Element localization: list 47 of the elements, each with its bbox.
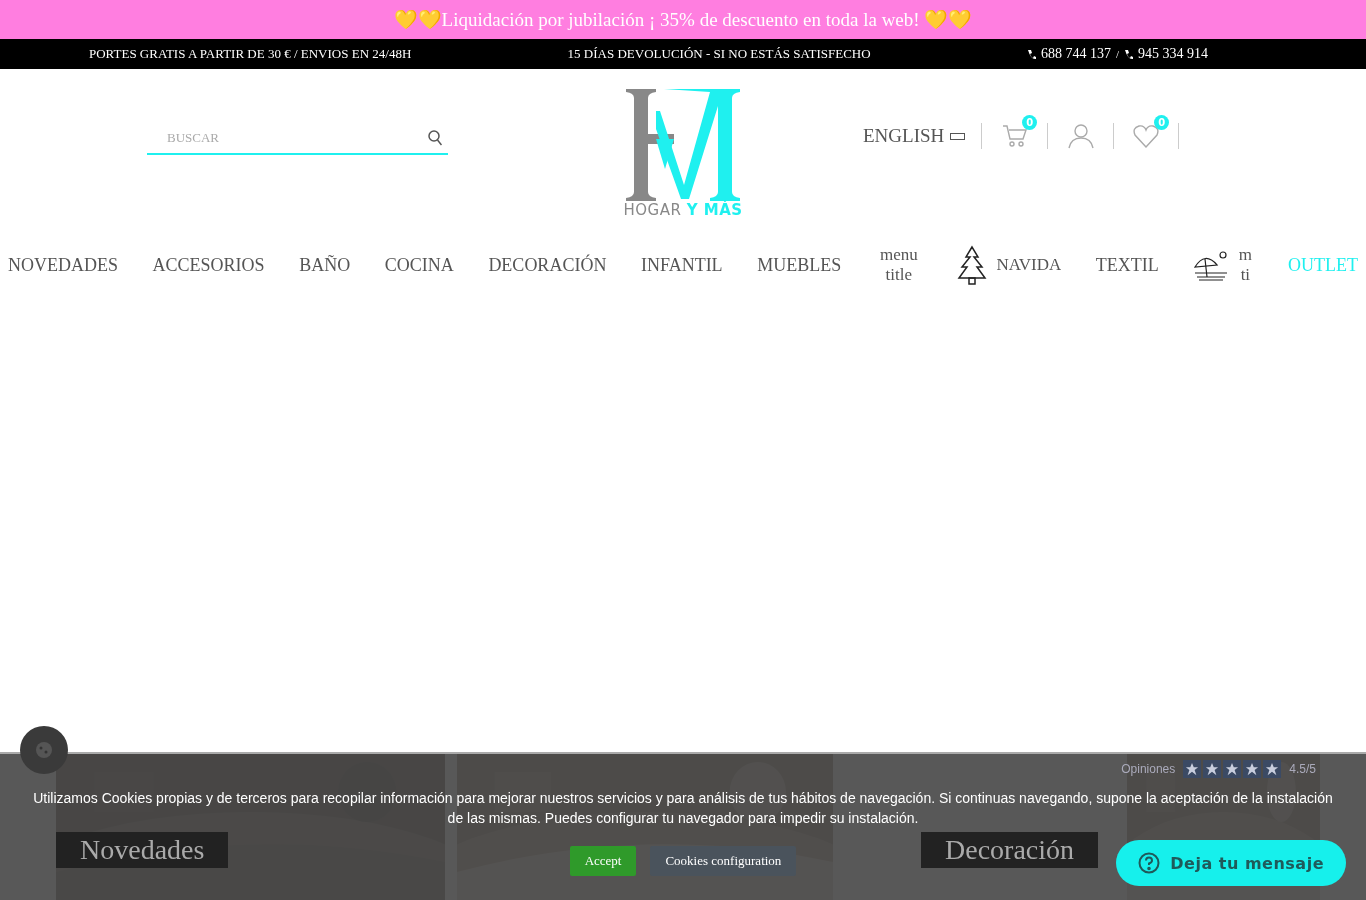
- phone-icon: [1026, 48, 1036, 60]
- menu-item[interactable]: NOVEDADES: [8, 254, 118, 276]
- cart-icon: [1001, 124, 1028, 148]
- cookie-notice: Utilizamos Cookies propias y de terceros para recopilar información para mejorar nuestros servicios y para análisis de tus hábitos de navegación. Si continuas navegando, supone la aceptación de la instalación de las mismas. Puedes configurar tu navegador para impedir su instalación.: [32, 789, 1334, 828]
- logo-text: HOGAR Y MÁS: [623, 201, 743, 219]
- category-title: Novedades: [56, 832, 229, 868]
- menu-item[interactable]: INFANTIL: [640, 254, 723, 276]
- cart-count: 0: [1022, 115, 1038, 130]
- user-icon: [1067, 123, 1094, 149]
- menu-item[interactable]: MUEBLES: [757, 254, 842, 276]
- category-title: Decoración: [921, 832, 1099, 868]
- help-icon: [1138, 852, 1161, 874]
- search-icon[interactable]: [428, 130, 442, 146]
- flag-icon: [950, 132, 966, 140]
- menu-item[interactable]: ACCESORIOS: [152, 254, 265, 276]
- rating-score: 4.5/5: [1289, 762, 1316, 776]
- search-field[interactable]: BUSCAR: [165, 129, 428, 147]
- menu-item[interactable]: DECORACIÓN: [488, 254, 607, 276]
- star-icon: [1243, 760, 1262, 778]
- chat-button[interactable]: Deja tu mensaje: [1116, 840, 1346, 886]
- cookie-icon: [34, 740, 54, 760]
- menu-item[interactable]: TEXTIL: [1095, 254, 1159, 276]
- language-selector[interactable]: ENGLISH: [863, 125, 982, 147]
- menu-item[interactable]: NAVIDA: [956, 245, 1062, 285]
- returns-info: 15 DÍAS DEVOLUCIÓN - SI NO ESTÁS SATISFECHO: [567, 46, 871, 62]
- star-icon: [1203, 760, 1222, 778]
- separator: /: [1115, 48, 1119, 60]
- phone-icon: [1124, 48, 1133, 60]
- accept-button[interactable]: Accept: [569, 846, 637, 876]
- wishlist-count: 0: [1154, 115, 1170, 130]
- star-icon: [1223, 760, 1242, 778]
- cookie-button[interactable]: [20, 726, 68, 774]
- cookie-settings-button[interactable]: Cookies configuration: [650, 846, 797, 876]
- menu-item[interactable]: COCINA: [384, 254, 454, 276]
- star-icon: [1183, 760, 1202, 778]
- phone-number: 945 334 914: [1138, 46, 1208, 62]
- menu-item[interactable]: m ti: [1193, 245, 1254, 285]
- shipping-info: PORTES GRATIS A PARTIR DE 30 € / ENVIOS EN 24/48H: [89, 46, 412, 62]
- badge-title: Opiniones: [1121, 762, 1176, 776]
- star-icon: [1263, 760, 1282, 778]
- promo-banner: 💛💛Liquidación por jubilación ¡ 35% de descuento en toda la web! 💛💛: [0, 0, 1366, 39]
- menu-item[interactable]: BAÑO: [299, 254, 351, 276]
- menu-item[interactable]: menu title: [875, 245, 922, 285]
- heart-icon: [1133, 124, 1160, 148]
- beach-umbrella-icon: [1193, 249, 1230, 281]
- christmas-tree-icon: [956, 245, 989, 285]
- phone-number: 688 744 137: [1040, 46, 1111, 62]
